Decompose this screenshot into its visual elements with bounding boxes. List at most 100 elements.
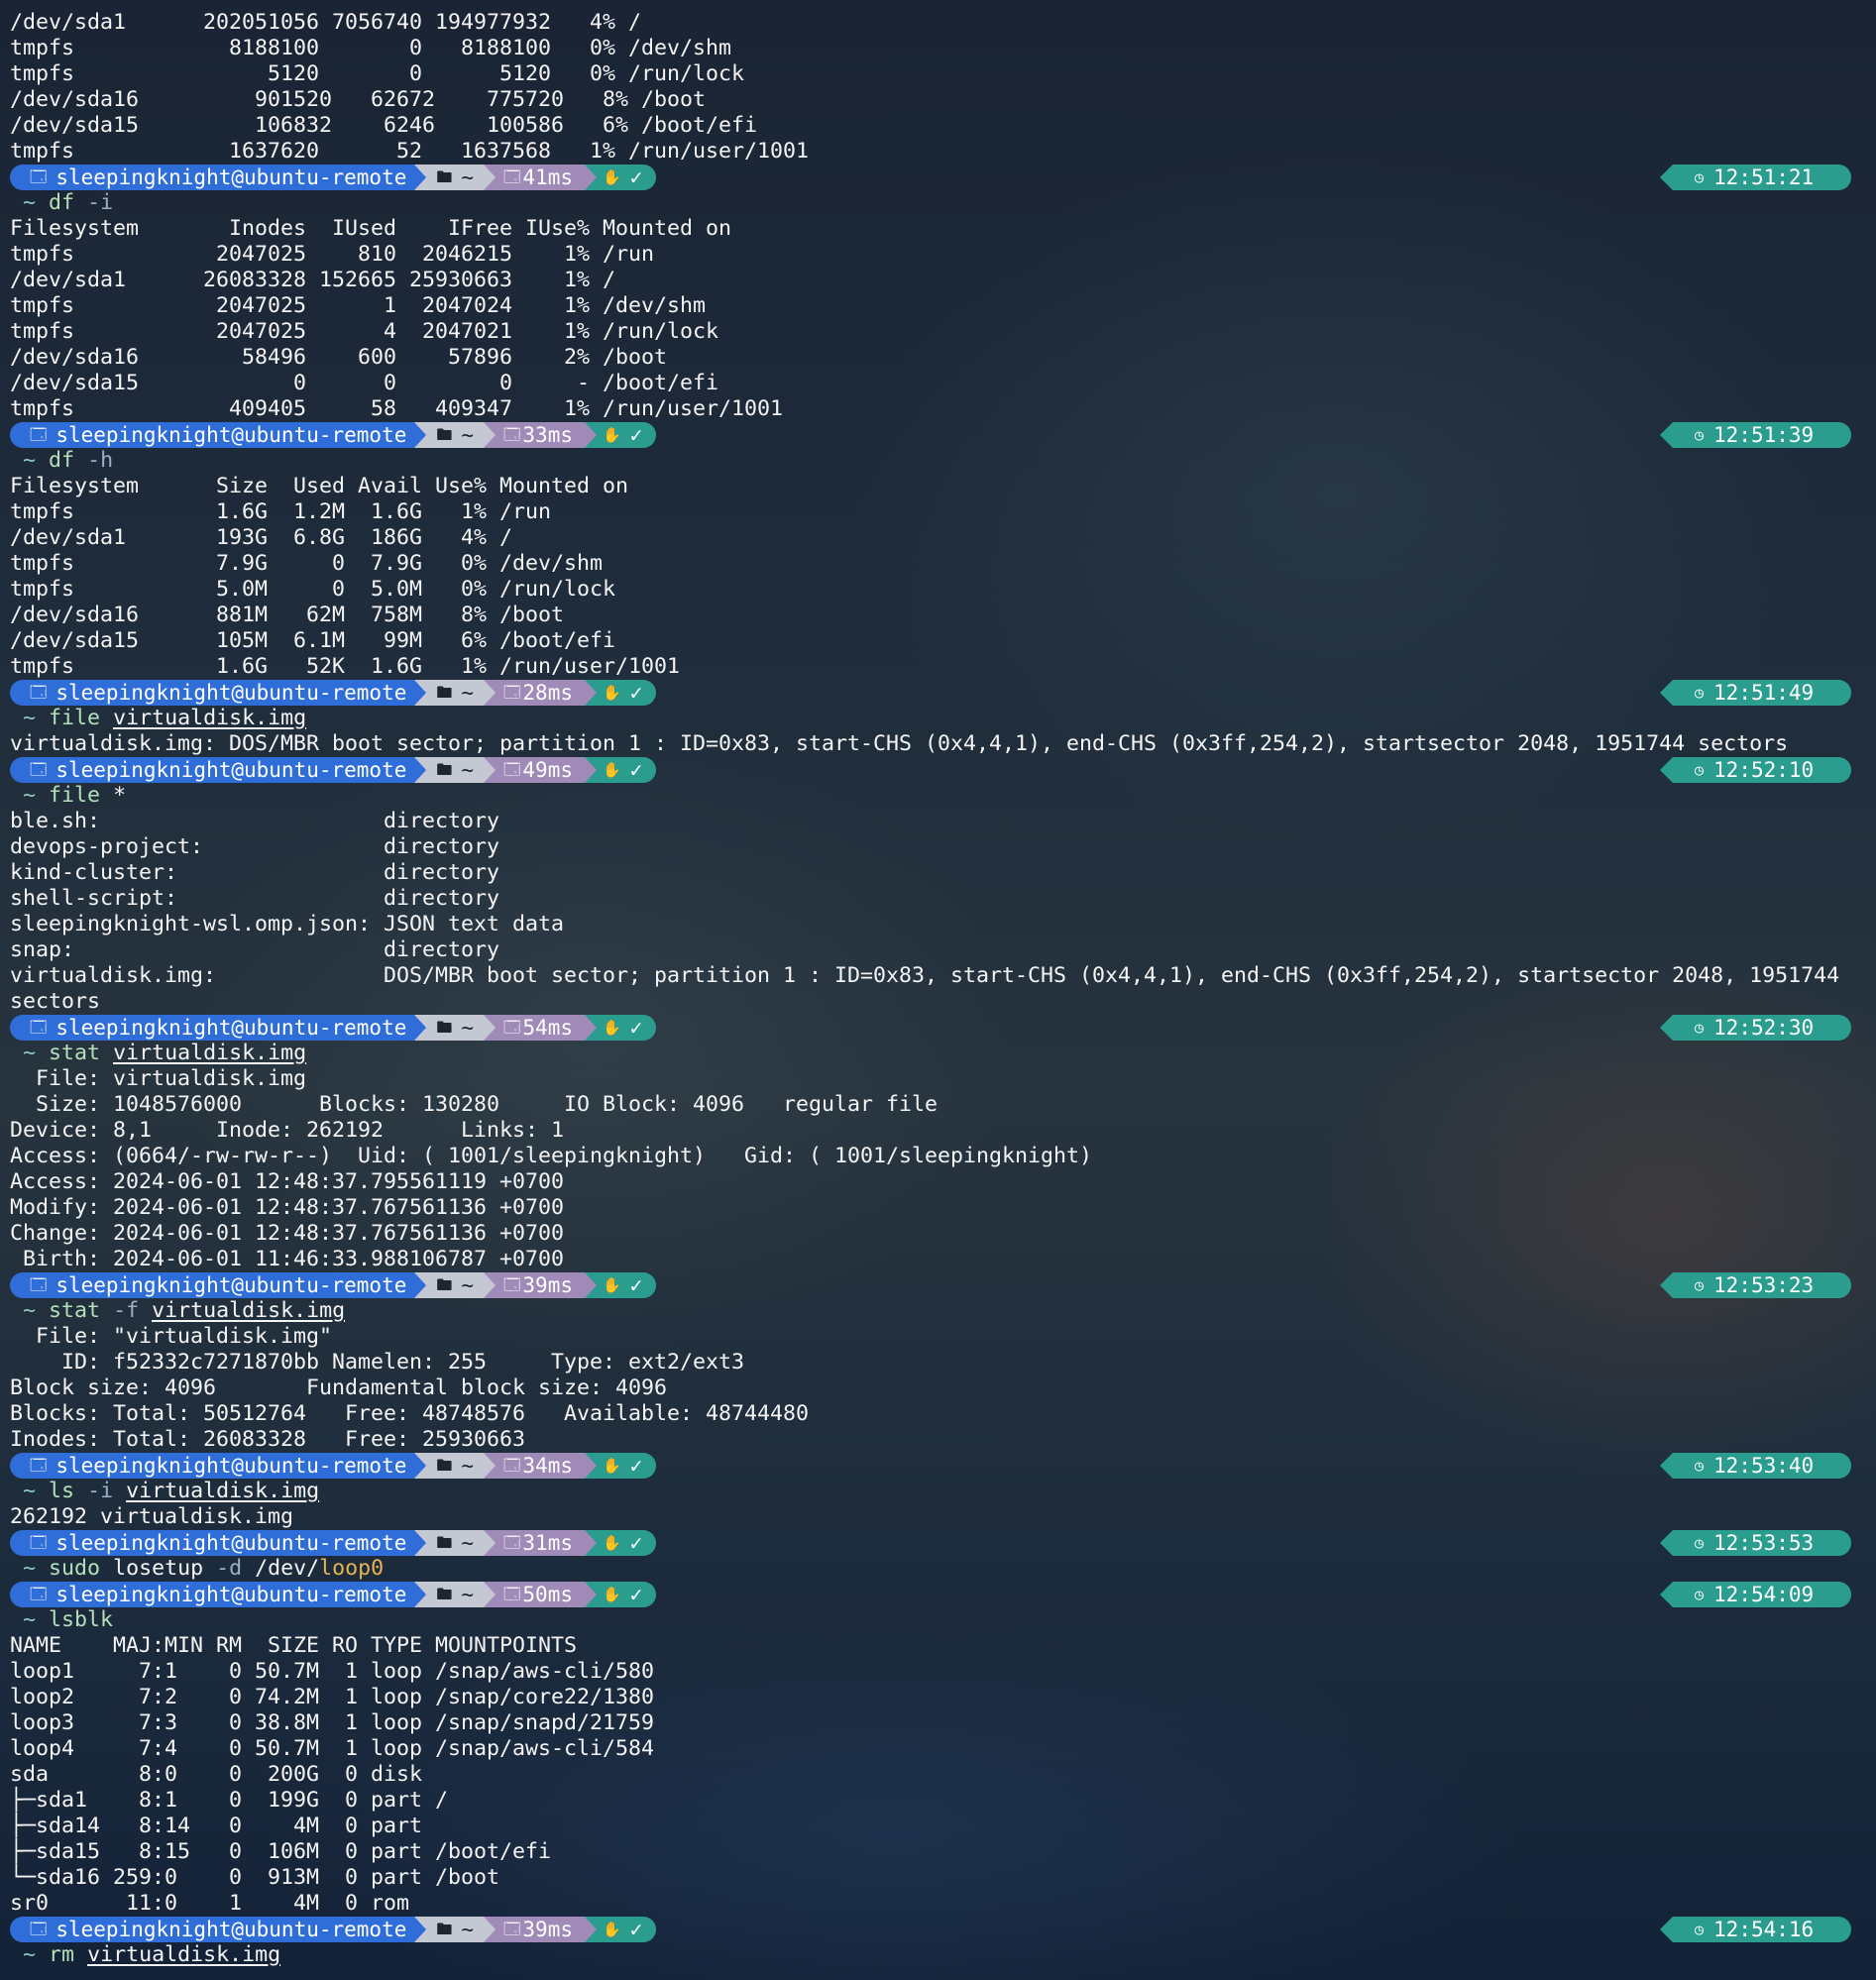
output-line: kind-cluster: directory (10, 860, 500, 885)
command-duration: 49ms (522, 758, 573, 782)
prompt-time: 12:53:40 (1713, 1454, 1815, 1478)
segment-separator (414, 1015, 427, 1041)
prompt-duration-segment: 🗔 33ms (484, 422, 597, 448)
stopwatch-icon: 🗔 (503, 1018, 521, 1037)
command-text: losetup (113, 1556, 204, 1581)
segment-separator (414, 165, 427, 190)
output-line: Filesystem Size Used Avail Use% Mounted … (10, 474, 629, 498)
output-line: File: "virtualdisk.img" (10, 1324, 333, 1349)
segment-separator (584, 422, 597, 448)
check-icon: ✓ (629, 1531, 643, 1555)
command-text: * (113, 783, 127, 808)
prompt-clock: ◷ 12:51:21 (1660, 165, 1851, 190)
output-line: sr0 11:0 1 4M 0 rom (10, 1891, 410, 1916)
output-line: tmpfs 2047025 1 2047024 1% /dev/shm (10, 293, 707, 318)
terminal-icon: 🗔 (30, 1920, 48, 1938)
command-line[interactable]: ~ stat virtualdisk.img (10, 1041, 306, 1066)
stopwatch-icon: 🗔 (503, 1275, 521, 1294)
prompt-user-host: sleepingknight@ubuntu-remote (55, 1583, 407, 1606)
prompt-clock: ◷ 12:53:23 (1660, 1272, 1851, 1298)
prompt-path: ~ (461, 423, 475, 447)
command-line[interactable]: ~ rm virtualdisk.img (10, 1942, 280, 1968)
segment-separator (414, 1582, 427, 1607)
prompt-path: ~ (461, 1918, 475, 1941)
segment-separator (484, 1272, 497, 1298)
prompt-bar: 🗔 sleepingknight@ubuntu-remote 🖿 ~ 🗔 54ms ✋ ✓ (10, 1015, 657, 1041)
output-line: NAME MAJ:MIN RM SIZE RO TYPE MOUNTPOINTS (10, 1633, 578, 1658)
clock-icon: ◷ (1695, 426, 1705, 444)
command-line[interactable]: ~ file * (10, 783, 126, 809)
command-name: sudo (49, 1556, 101, 1581)
hand-icon: ✋ (602, 1276, 621, 1294)
clock-icon: ◷ (1695, 1534, 1705, 1552)
output-line: ├─sda14 8:14 0 4M 0 part (10, 1814, 423, 1838)
terminal-window[interactable]: /dev/sda1 202051056 7056740 194977932 4%… (0, 0, 1876, 1980)
prompt-time: 12:54:09 (1713, 1583, 1815, 1606)
clock-icon: ◷ (1695, 1019, 1705, 1037)
command-line[interactable]: ~ df -h (10, 448, 113, 474)
command-argument: virtualdisk.img (152, 1298, 346, 1323)
prompt-bar: 🗔 sleepingknight@ubuntu-remote 🖿 ~ 🗔 34ms ✋ ✓ (10, 1453, 657, 1479)
command-text (74, 1479, 87, 1503)
prompt-cwd-marker: ~ (23, 706, 37, 730)
segment-separator (414, 1530, 427, 1556)
prompt-user-host: sleepingknight@ubuntu-remote (55, 1454, 407, 1478)
prompt-bar: 🗔 sleepingknight@ubuntu-remote 🖿 ~ 🗔 49ms ✋ ✓ (10, 757, 657, 783)
prompt-user-segment: 🗔 sleepingknight@ubuntu-remote (10, 680, 427, 706)
prompt-cwd-marker: ~ (23, 1607, 37, 1632)
output-line: └─sda16 259:0 0 913M 0 part /boot (10, 1865, 500, 1890)
prompt-clock: ◷ 12:54:09 (1660, 1582, 1851, 1607)
folder-icon: 🖿 (436, 1456, 453, 1475)
command-argument: virtualdisk.img (87, 1942, 281, 1967)
hand-icon: ✋ (602, 684, 621, 702)
prompt-path: ~ (461, 681, 475, 705)
prompt-user-segment: 🗔 sleepingknight@ubuntu-remote (10, 757, 427, 783)
terminal-icon: 🗔 (30, 425, 48, 444)
segment-separator (414, 422, 427, 448)
segment-separator (484, 1015, 497, 1041)
prompt-time: 12:51:39 (1713, 423, 1815, 447)
segment-separator (484, 680, 497, 706)
prompt-duration-segment: 🗔 41ms (484, 165, 597, 190)
check-icon: ✓ (629, 165, 643, 189)
prompt-user-host: sleepingknight@ubuntu-remote (55, 758, 407, 782)
output-line: virtualdisk.img: DOS/MBR boot sector; pa… (10, 731, 1789, 756)
hand-icon: ✋ (602, 168, 621, 186)
command-line[interactable]: ~ sudo losetup -d /dev/loop0 (10, 1556, 384, 1582)
output-line: /dev/sda16 58496 600 57896 2% /boot (10, 345, 668, 370)
command-text (139, 1298, 152, 1323)
prompt-duration-segment: 🗔 31ms (484, 1530, 597, 1556)
prompt-duration-segment: 🗔 39ms (484, 1272, 597, 1298)
prompt-duration-segment: 🗔 39ms (484, 1917, 597, 1942)
command-line[interactable]: ~ df -i (10, 190, 113, 216)
output-line: tmpfs 2047025 4 2047021 1% /run/lock (10, 319, 719, 344)
command-argument: virtualdisk.img (113, 706, 307, 730)
prompt-user-host: sleepingknight@ubuntu-remote (55, 423, 407, 447)
output-line: ble.sh: directory (10, 809, 500, 833)
segment-separator (584, 1917, 597, 1942)
command-line[interactable]: ~ ls -i virtualdisk.img (10, 1479, 319, 1504)
command-duration: 41ms (522, 165, 573, 189)
prompt-time: 12:53:23 (1713, 1273, 1815, 1297)
hand-icon: ✋ (602, 1921, 621, 1938)
prompt-duration-segment: 🗔 49ms (484, 757, 597, 783)
hand-icon: ✋ (602, 1586, 621, 1603)
command-line[interactable]: ~ lsblk (10, 1607, 113, 1633)
command-line[interactable]: ~ stat -f virtualdisk.img (10, 1298, 345, 1324)
output-line: Size: 1048576000 Blocks: 130280 IO Block… (10, 1092, 938, 1117)
command-duration: 33ms (522, 423, 573, 447)
command-line[interactable]: ~ file virtualdisk.img (10, 706, 306, 731)
output-line: Change: 2024-06-01 12:48:37.767561136 +0… (10, 1221, 565, 1246)
output-line: Block size: 4096 Fundamental block size:… (10, 1375, 668, 1400)
command-name: rm (49, 1942, 75, 1967)
output-line: tmpfs 1.6G 52K 1.6G 1% /run/user/1001 (10, 654, 681, 679)
command-duration: 50ms (522, 1583, 573, 1606)
hand-icon: ✋ (602, 1457, 621, 1475)
output-line: loop3 7:3 0 38.8M 1 loop /snap/snapd/217… (10, 1710, 655, 1735)
command-argument: loop0 (319, 1556, 385, 1581)
segment-separator (414, 1917, 427, 1942)
prompt-bar: 🗔 sleepingknight@ubuntu-remote 🖿 ~ 🗔 41ms ✋ ✓ (10, 165, 657, 190)
prompt-user-host: sleepingknight@ubuntu-remote (55, 1273, 407, 1297)
output-line: /dev/sda1 26083328 152665 25930663 1% / (10, 268, 616, 292)
folder-icon: 🖿 (436, 1585, 453, 1603)
